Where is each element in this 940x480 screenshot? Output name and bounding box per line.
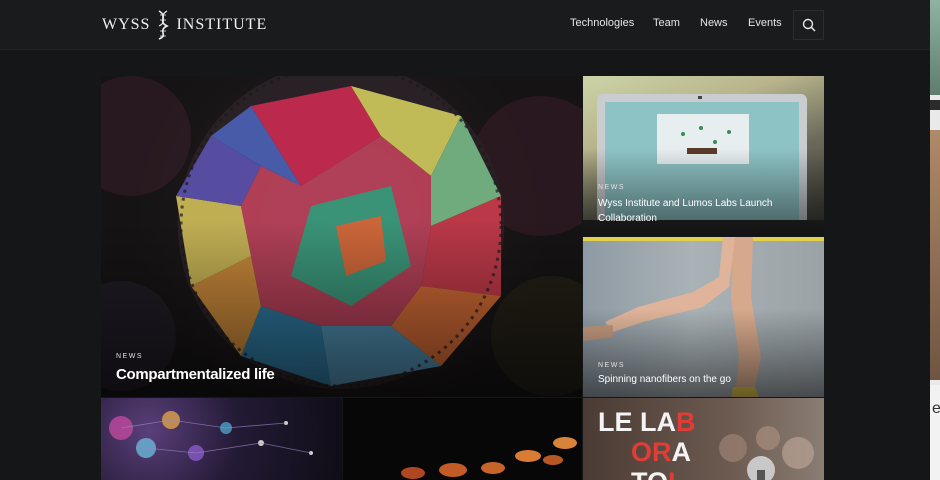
glowing-shapes-image <box>401 437 577 479</box>
nav-news[interactable]: News <box>700 17 728 29</box>
tile-title[interactable]: Compartmentalized life <box>116 366 275 383</box>
strip-glyph: e <box>932 400 940 417</box>
search-button[interactable] <box>793 10 824 40</box>
wyss-institute-logo[interactable]: WYSS INSTITUTE <box>102 9 267 41</box>
lab-sign-row-3: TOI <box>631 468 676 480</box>
news-tile-lumos-labs[interactable]: NEWS Wyss Institute and Lumos Labs Launc… <box>583 76 824 236</box>
adjacent-window-strip: e <box>930 0 940 480</box>
logo-word-institute: INSTITUTE <box>176 16 268 33</box>
nav-team[interactable]: Team <box>653 17 680 29</box>
tile-le-laboratoire[interactable]: LE LAB ORA TOI <box>583 398 824 480</box>
feature-tile-compartmentalized-life[interactable]: NEWS Compartmentalized life <box>101 76 582 397</box>
news-tile-spinning-nanofibers[interactable]: NEWS Spinning nanofibers on the go <box>583 237 824 397</box>
logo-word-wyss: WYSS <box>102 16 151 33</box>
nav-events[interactable]: Events <box>748 17 782 29</box>
tile-title[interactable]: Spinning nanofibers on the go <box>598 374 731 385</box>
tile-kicker: NEWS <box>598 362 625 369</box>
neuron-network-image <box>109 411 313 461</box>
tile-kicker: NEWS <box>116 353 143 360</box>
lab-sign-row-2: ORA <box>631 437 691 467</box>
tile-title[interactable]: Wyss Institute and Lumos Labs Launch Col… <box>598 196 808 226</box>
tile-neuron-network[interactable] <box>101 398 342 480</box>
dna-helix-icon <box>158 10 170 40</box>
search-icon <box>802 18 816 32</box>
nav-technologies[interactable]: Technologies <box>570 17 634 29</box>
lab-sign-row-1: LE LAB <box>598 407 696 437</box>
tile-kicker: NEWS <box>598 184 625 191</box>
tile-flames[interactable] <box>343 398 582 480</box>
site-header: WYSS INSTITUTE Technologies Team News Ev… <box>0 0 930 50</box>
